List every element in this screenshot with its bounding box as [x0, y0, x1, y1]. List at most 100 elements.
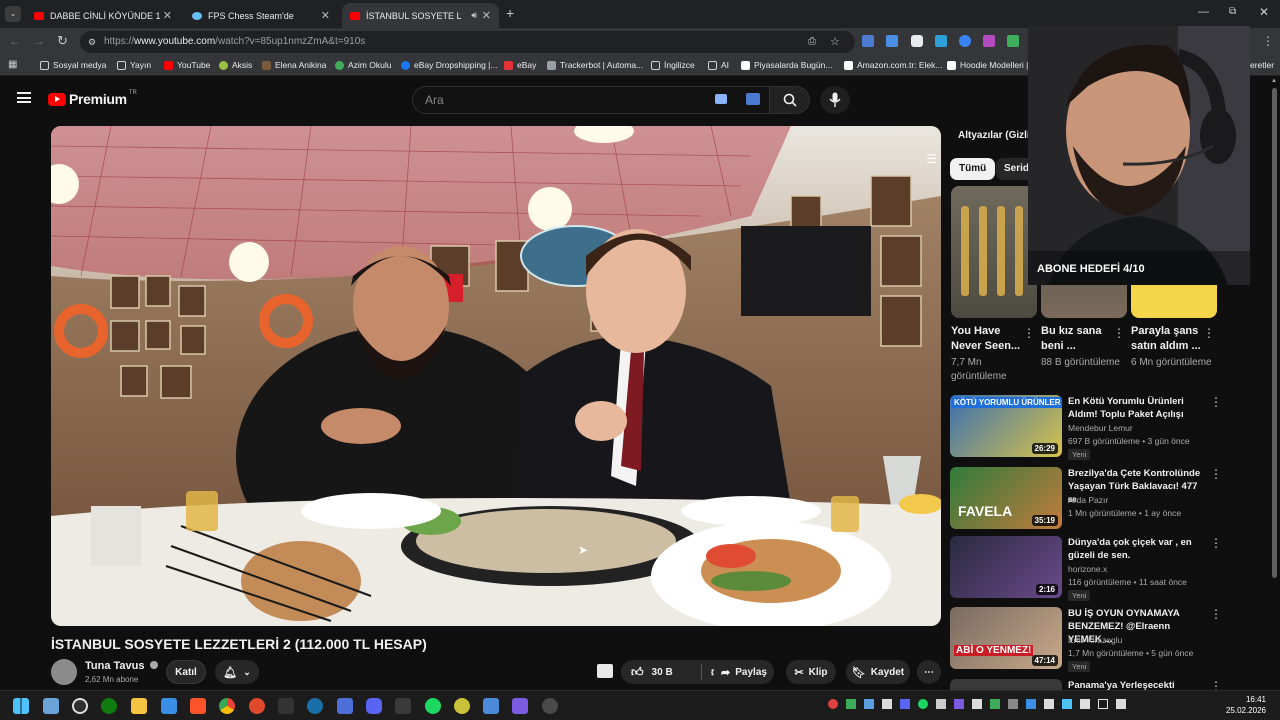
bookmark-overflow[interactable]: eretler: [1250, 60, 1274, 70]
tray-icon[interactable]: [954, 699, 964, 709]
more-options-icon[interactable]: ⋮: [1210, 607, 1222, 621]
extension-icon[interactable]: [959, 35, 971, 47]
scroll-up-icon[interactable]: ▲: [1270, 78, 1278, 84]
site-info-icon[interactable]: ⚙: [88, 31, 96, 53]
bookmark-item[interactable]: Sosyal medya: [40, 60, 106, 70]
tray-icon[interactable]: [1026, 699, 1036, 709]
join-button[interactable]: Katıl: [166, 660, 206, 684]
tray-icon[interactable]: [918, 699, 928, 709]
app-icon[interactable]: [483, 698, 499, 714]
forward-icon[interactable]: →: [33, 34, 45, 48]
volume-icon[interactable]: [1116, 699, 1126, 709]
voice-search-button[interactable]: [820, 86, 850, 114]
restore-window-icon[interactable]: ⧉: [1229, 6, 1236, 17]
extension-icon[interactable]: [935, 35, 947, 47]
chrome-icon[interactable]: [219, 698, 235, 714]
extension-icon[interactable]: [1007, 35, 1019, 47]
captions-header[interactable]: Altyazılar (Gizli): [958, 130, 1033, 141]
obs-icon[interactable]: [72, 698, 88, 714]
back-icon[interactable]: ←: [9, 34, 21, 48]
bookmark-item[interactable]: Azim Okulu: [335, 60, 391, 70]
network-icon[interactable]: [1098, 699, 1108, 709]
tray-icon[interactable]: [936, 699, 946, 709]
app-icon[interactable]: [395, 698, 411, 714]
tray-icon[interactable]: [882, 699, 892, 709]
search-extension-icon[interactable]: [746, 93, 760, 105]
tray-icon[interactable]: [864, 699, 874, 709]
tray-icon[interactable]: [1080, 699, 1090, 709]
share-button[interactable]: ➦ Paylaş: [714, 660, 774, 684]
windows-start-icon[interactable]: [13, 698, 29, 714]
browser-tab-2[interactable]: FPS Chess Steam'de ✕: [184, 3, 338, 28]
like-button[interactable]: 👍︎ 30 B: [621, 665, 673, 680]
tray-icon[interactable]: [900, 699, 910, 709]
close-tab-icon[interactable]: ✕: [482, 9, 491, 22]
close-tab-icon[interactable]: ✕: [321, 9, 330, 22]
more-options-icon[interactable]: ⋮: [1210, 679, 1222, 690]
bookmark-star-icon[interactable]: ☆: [830, 31, 840, 53]
tab-search-icon[interactable]: ⌄: [5, 6, 21, 22]
extension-icon[interactable]: [911, 35, 923, 47]
clip-button[interactable]: ✂ Klip: [786, 660, 836, 684]
bookmark-item[interactable]: eBay: [504, 60, 536, 70]
app-icon[interactable]: [249, 698, 265, 714]
bookmark-item[interactable]: eBay Dropshipping |...: [401, 60, 497, 70]
extension-icon[interactable]: [886, 35, 898, 47]
bookmark-item[interactable]: Amazon.com.tr: Elek...: [844, 60, 943, 70]
url-input[interactable]: ⚙ https://www.youtube.com/watch?v=85up1n…: [80, 31, 855, 53]
app-icon[interactable]: [542, 698, 558, 714]
subscribed-bell-button[interactable]: 🔔︎ ⌄: [215, 660, 259, 684]
keyboard-icon[interactable]: [715, 94, 727, 104]
bookmark-item[interactable]: Hoodie Modelleri |: [947, 60, 1028, 70]
file-explorer-icon[interactable]: [131, 698, 147, 714]
channel-name[interactable]: Tuna Tavus: [85, 660, 158, 672]
audio-playing-icon[interactable]: 🔊︎: [471, 10, 477, 21]
bookmark-item[interactable]: AI: [708, 60, 729, 70]
more-options-icon[interactable]: ⋮: [1210, 467, 1222, 481]
close-window-icon[interactable]: ✕: [1259, 5, 1269, 19]
more-options-icon[interactable]: ⋮: [1210, 536, 1222, 550]
youtube-logo[interactable]: Premium TR: [48, 90, 137, 107]
task-view-icon[interactable]: [43, 698, 59, 714]
brave-icon[interactable]: [190, 698, 206, 714]
close-tab-icon[interactable]: ✕: [163, 9, 172, 22]
gift-icon[interactable]: [597, 664, 613, 678]
browser-tab-3-active[interactable]: İSTANBUL SOSYETE LEZZETLERİ 🔊︎ ✕: [342, 3, 499, 28]
bookmark-item[interactable]: YouTube: [164, 60, 210, 70]
tray-icon[interactable]: [828, 699, 838, 709]
bookmark-item[interactable]: İngilizce: [651, 60, 695, 70]
steam-icon[interactable]: [307, 698, 323, 714]
channel-avatar[interactable]: [51, 659, 77, 685]
new-tab-button[interactable]: +: [506, 5, 514, 21]
chip-all[interactable]: Tümü: [950, 158, 996, 180]
tray-icon[interactable]: [1008, 699, 1018, 709]
tray-icon[interactable]: [1062, 699, 1072, 709]
xbox-icon[interactable]: [101, 698, 117, 714]
more-options-icon[interactable]: ⋮: [1023, 326, 1035, 340]
recommended-video[interactable]: FAVELA 35:19 Brezilya'da Çete Kontrolünd…: [950, 467, 1222, 533]
more-options-icon[interactable]: ⋮: [1203, 326, 1215, 340]
minimize-window-icon[interactable]: —: [1198, 6, 1209, 18]
recommended-video[interactable]: Panama'ya Yerleşecekti ⋮: [950, 679, 1222, 690]
extension-icon[interactable]: [983, 35, 995, 47]
bookmark-item[interactable]: Yayın: [117, 60, 151, 70]
store-icon[interactable]: [161, 698, 177, 714]
scrollbar-thumb[interactable]: [1271, 88, 1277, 578]
translate-extension-icon[interactable]: [862, 35, 874, 47]
app-icon[interactable]: [454, 698, 470, 714]
app-icon[interactable]: [512, 698, 528, 714]
recommended-video[interactable]: KÖTÜ YORUMLU ÜRÜNLER 26:29 En Kötü Yorum…: [950, 395, 1222, 461]
more-actions-button[interactable]: ⋯: [917, 660, 941, 684]
bookmark-item[interactable]: Aksis: [219, 60, 252, 70]
reload-icon[interactable]: ↻: [57, 33, 68, 49]
clock[interactable]: 16:41 25.02.2026: [1222, 694, 1266, 716]
hamburger-menu-icon[interactable]: [17, 92, 31, 103]
epic-games-icon[interactable]: [278, 698, 294, 714]
more-options-icon[interactable]: ⋮: [1113, 326, 1125, 340]
browser-menu-icon[interactable]: ⋮: [1262, 34, 1274, 48]
bookmark-item[interactable]: Elena Anikina: [262, 60, 327, 70]
tray-icon[interactable]: [846, 699, 856, 709]
short-item[interactable]: You Have Never Seen... 7,7 Mn görüntülem…: [951, 186, 1037, 382]
more-options-icon[interactable]: ⋮: [1210, 395, 1222, 409]
spotify-icon[interactable]: [425, 698, 441, 714]
